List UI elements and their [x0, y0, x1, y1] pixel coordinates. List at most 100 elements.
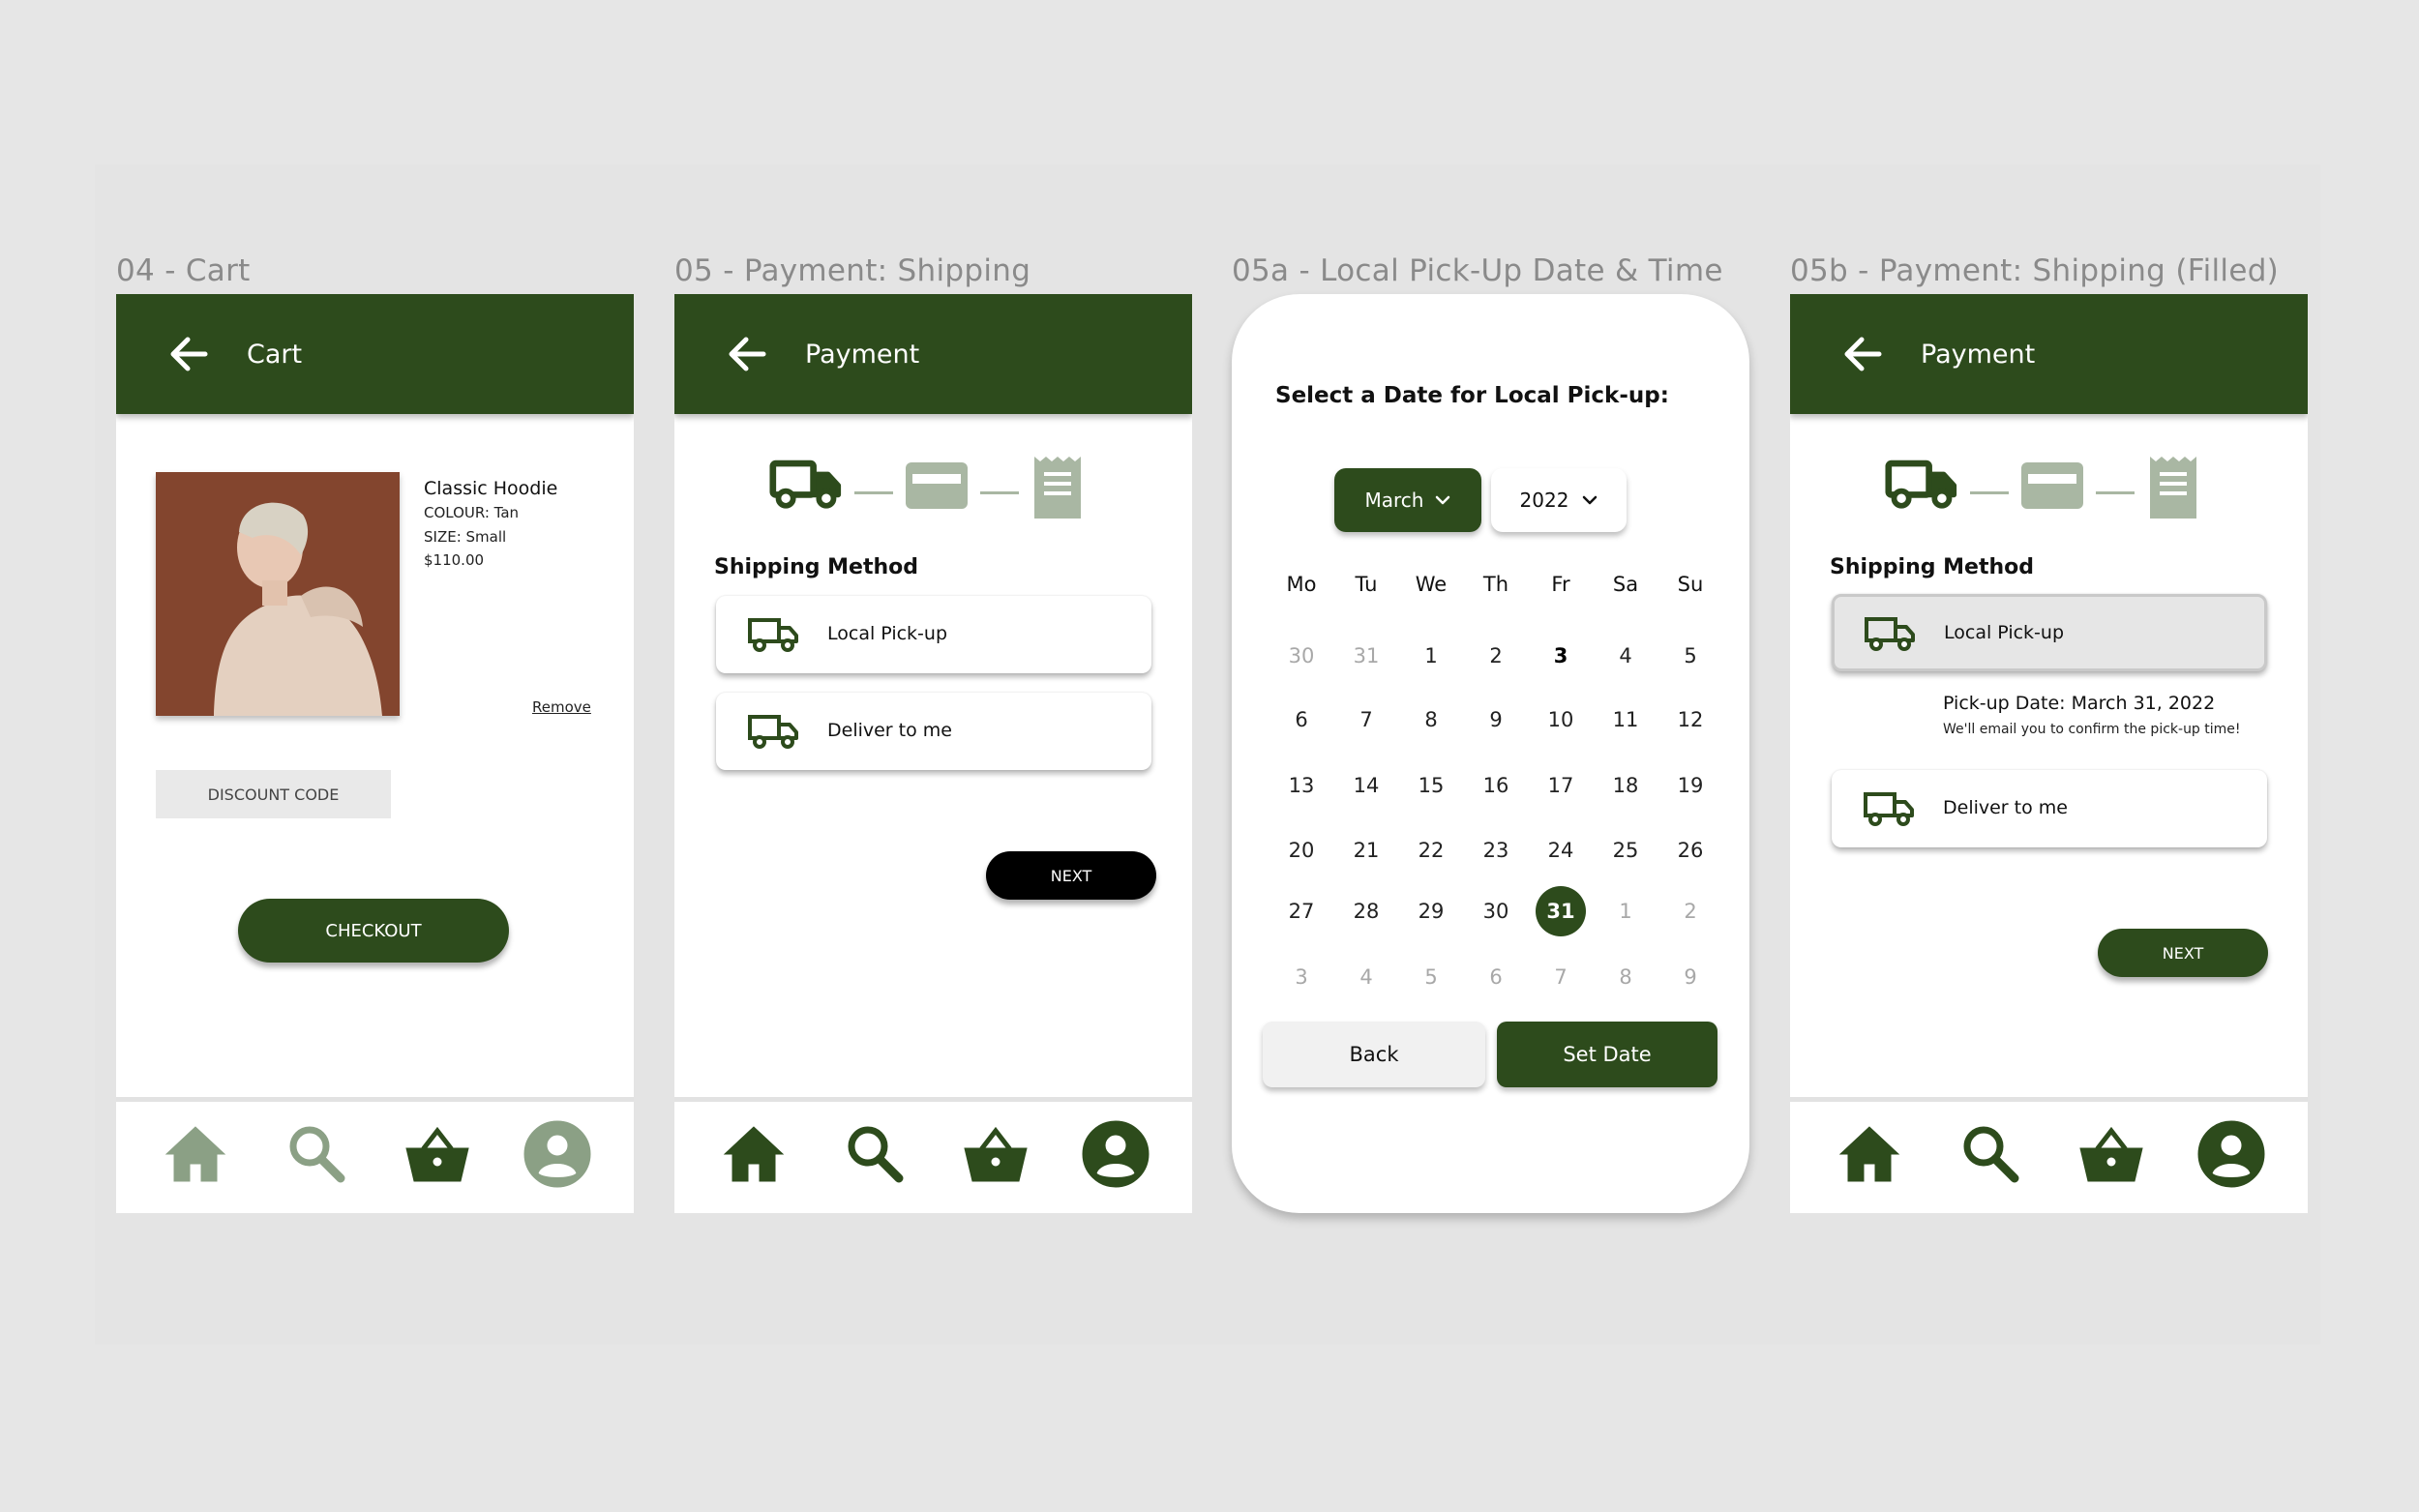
calendar-day[interactable]: 31	[1536, 886, 1586, 936]
option-label: Local Pick-up	[1944, 622, 2065, 643]
calendar-day[interactable]: 5	[1665, 631, 1716, 681]
basket-icon[interactable]	[2076, 1119, 2146, 1189]
profile-icon[interactable]	[523, 1119, 592, 1189]
back-arrow-icon[interactable]	[1838, 330, 1887, 378]
calendar-day[interactable]: 4	[1600, 631, 1651, 681]
calendar-day-outside: 8	[1619, 965, 1632, 989]
payment-shipping-filled-screen: Payment Shipping Method Local Pick-up Pi…	[1790, 294, 2308, 1213]
pickup-calendar-screen: Select a Date for Local Pick-up: March 2…	[1232, 294, 1749, 1213]
year-value: 2022	[1519, 489, 1569, 512]
calendar-day[interactable]: 12	[1665, 695, 1716, 745]
calendar-day[interactable]: 11	[1600, 695, 1651, 745]
option-label: Local Pick-up	[827, 623, 948, 644]
product-colour: COLOUR: Tan	[424, 504, 520, 521]
product-price: $110.00	[424, 551, 485, 569]
calendar-day-outside: 31	[1353, 644, 1380, 667]
calendar-day[interactable]: 14	[1341, 760, 1391, 811]
truck-icon	[1885, 457, 1958, 511]
weekday-label: Th	[1482, 573, 1509, 596]
calendar-day-outside: 9	[1684, 965, 1697, 989]
calendar-day[interactable]: 18	[1600, 760, 1651, 811]
calendar-day[interactable]: 24	[1536, 825, 1586, 875]
calendar-day[interactable]: 7	[1341, 695, 1391, 745]
calendar-day[interactable]: 22	[1406, 825, 1456, 875]
weekday-label: Mo	[1286, 573, 1317, 596]
step-connector	[980, 491, 1019, 494]
calendar-day[interactable]: 8	[1406, 695, 1456, 745]
local-pickup-option[interactable]: Local Pick-up	[716, 596, 1151, 673]
frame-title-cart: 04 - Cart	[116, 253, 251, 288]
home-icon[interactable]	[1835, 1119, 1904, 1189]
search-icon[interactable]	[1955, 1119, 2024, 1189]
card-icon	[2018, 459, 2086, 513]
bottom-nav	[1790, 1097, 2308, 1213]
calendar-day-outside: 7	[1554, 965, 1568, 989]
receipt-icon	[2142, 453, 2200, 522]
calendar-day[interactable]: 17	[1536, 760, 1586, 811]
card-icon	[903, 459, 971, 513]
step-connector	[854, 491, 893, 494]
weekday-label: We	[1415, 573, 1448, 596]
deliver-option[interactable]: Deliver to me	[716, 693, 1151, 770]
calendar-day[interactable]: 13	[1276, 760, 1327, 811]
search-icon[interactable]	[839, 1119, 909, 1189]
truck-icon	[769, 457, 843, 511]
calendar-day[interactable]: 27	[1276, 886, 1327, 936]
search-icon[interactable]	[281, 1119, 350, 1189]
step-connector	[2096, 491, 2135, 494]
back-button[interactable]: Back	[1263, 1022, 1485, 1087]
year-dropdown[interactable]: 2022	[1491, 468, 1627, 532]
home-icon[interactable]	[161, 1119, 230, 1189]
calendar-day[interactable]: 26	[1665, 825, 1716, 875]
calendar-day[interactable]: 25	[1600, 825, 1651, 875]
calendar-day[interactable]: 15	[1406, 760, 1456, 811]
calendar-day[interactable]: 6	[1276, 695, 1327, 745]
deliver-option[interactable]: Deliver to me	[1832, 770, 2267, 847]
calendar-day-outside: 4	[1359, 965, 1373, 989]
calendar-day[interactable]: 3	[1536, 631, 1586, 681]
calendar-day[interactable]: 1	[1406, 631, 1456, 681]
calendar-day[interactable]: 20	[1276, 825, 1327, 875]
calendar-day-outside: 2	[1684, 900, 1697, 923]
calendar-day-outside: 5	[1424, 965, 1438, 989]
calendar-day[interactable]: 28	[1341, 886, 1391, 936]
profile-icon[interactable]	[2196, 1119, 2266, 1189]
step-connector	[1970, 491, 2009, 494]
month-dropdown[interactable]: March	[1334, 468, 1481, 532]
header-title: Payment	[805, 339, 920, 370]
pickup-date: Pick-up Date: March 31, 2022	[1943, 693, 2216, 714]
payment-header: Payment	[674, 294, 1192, 414]
set-date-button[interactable]: Set Date	[1497, 1022, 1717, 1087]
discount-code-button[interactable]: DISCOUNT CODE	[156, 770, 391, 818]
header-title: Cart	[247, 339, 303, 370]
truck-icon	[747, 714, 799, 749]
next-button[interactable]: NEXT	[986, 851, 1156, 900]
calendar-day[interactable]: 2	[1471, 631, 1521, 681]
back-arrow-icon[interactable]	[164, 330, 213, 378]
calendar-day[interactable]: 23	[1471, 825, 1521, 875]
next-button[interactable]: NEXT	[2098, 929, 2268, 977]
calendar-day[interactable]: 10	[1536, 695, 1586, 745]
calendar-day-outside: 1	[1619, 900, 1632, 923]
remove-link[interactable]: Remove	[532, 698, 591, 716]
calendar-day-outside: 3	[1295, 965, 1308, 989]
basket-icon[interactable]	[403, 1119, 472, 1189]
calendar-day[interactable]: 16	[1471, 760, 1521, 811]
local-pickup-option-selected[interactable]: Local Pick-up	[1832, 594, 2267, 671]
product-image	[156, 472, 400, 716]
checkout-button[interactable]: CHECKOUT	[238, 899, 509, 963]
frame-title-calendar: 05a - Local Pick-Up Date & Time	[1232, 253, 1723, 288]
back-arrow-icon[interactable]	[723, 330, 771, 378]
calendar-day[interactable]: 9	[1471, 695, 1521, 745]
calendar-day[interactable]: 21	[1341, 825, 1391, 875]
profile-icon[interactable]	[1081, 1119, 1150, 1189]
payment-shipping-screen: Payment Shipping Method Local Pick-up De…	[674, 294, 1192, 1213]
calendar-title: Select a Date for Local Pick-up:	[1275, 383, 1669, 408]
calendar-day[interactable]: 30	[1471, 886, 1521, 936]
calendar-day[interactable]: 19	[1665, 760, 1716, 811]
frame-title-payment-filled: 05b - Payment: Shipping (Filled)	[1790, 253, 2280, 288]
home-icon[interactable]	[719, 1119, 789, 1189]
basket-icon[interactable]	[961, 1119, 1030, 1189]
calendar-day[interactable]: 29	[1406, 886, 1456, 936]
weekday-label: Fr	[1551, 573, 1570, 596]
